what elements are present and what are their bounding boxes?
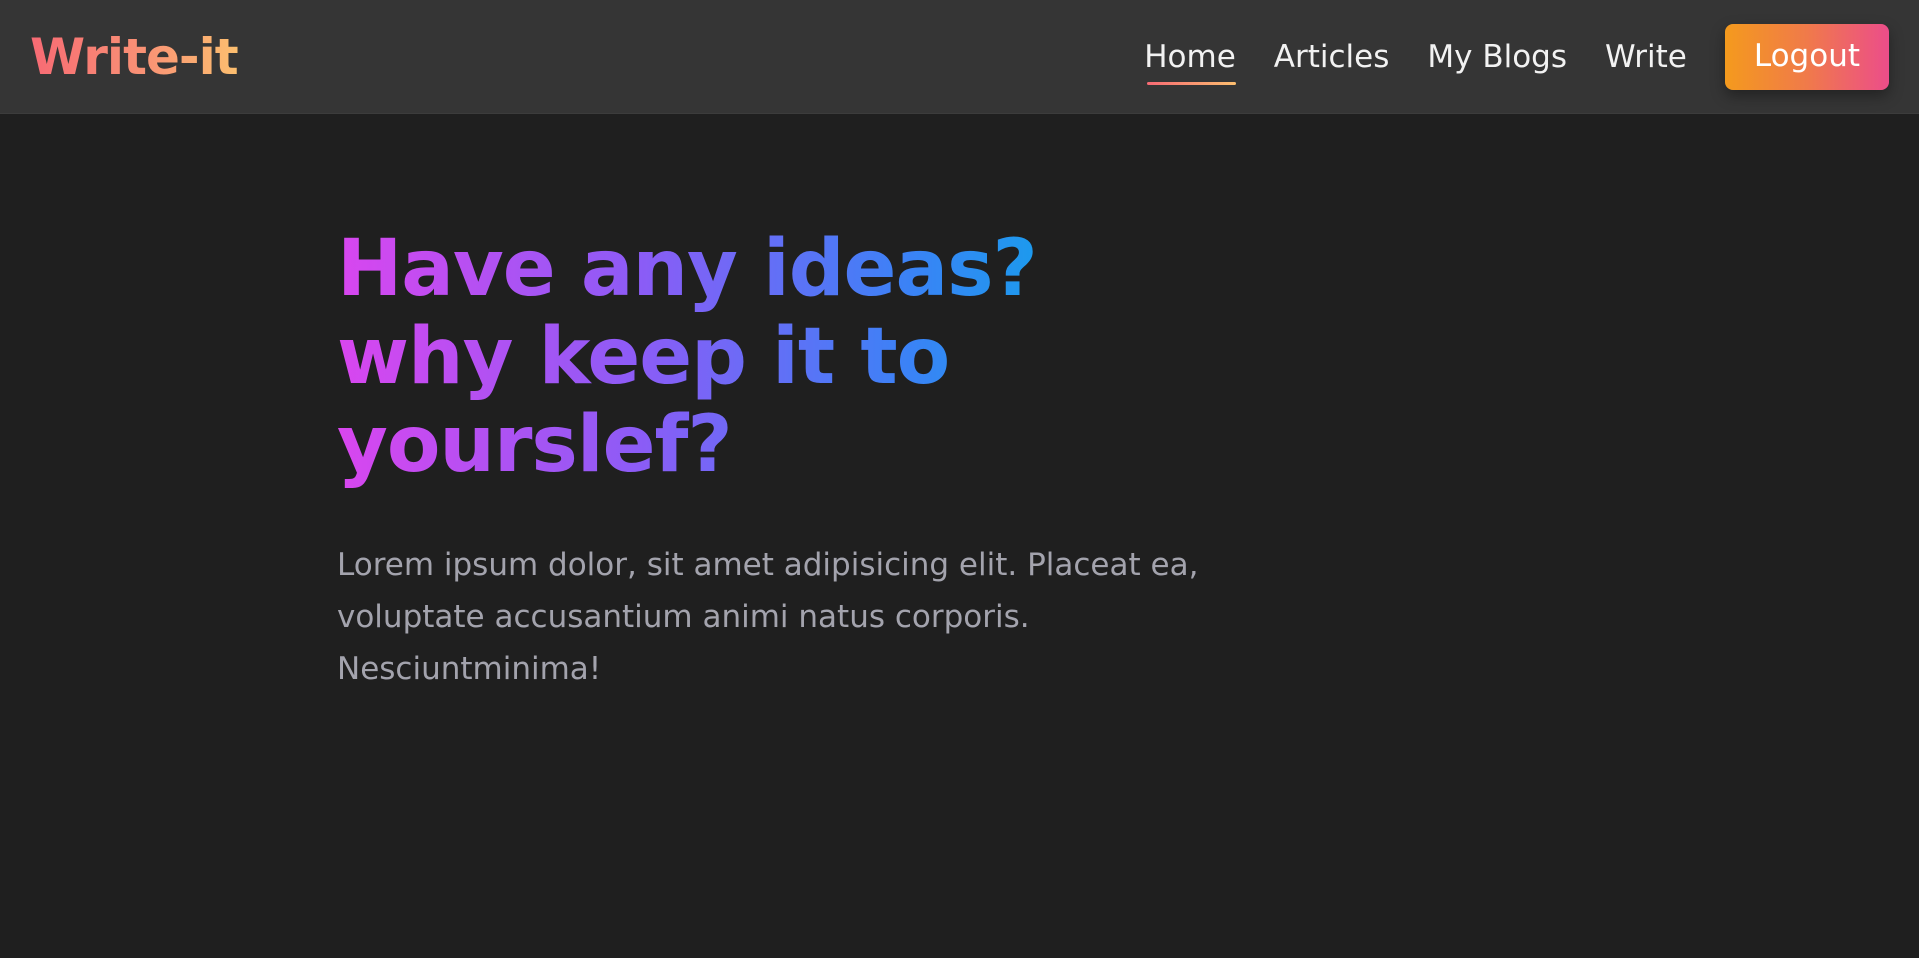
- hero-description-line: voluptate accusantium animi natus corpor…: [337, 599, 1030, 635]
- hero-title-line: why keep it to: [337, 312, 950, 402]
- nav-link-home[interactable]: Home: [1144, 37, 1236, 85]
- logout-button[interactable]: Logout: [1724, 24, 1889, 90]
- brand-logo[interactable]: Write-it: [30, 25, 239, 89]
- nav-link-write[interactable]: Write: [1605, 37, 1687, 77]
- top-navbar: Write-it Home Articles My Blogs Write Lo…: [0, 0, 1919, 114]
- nav-link-my-blogs[interactable]: My Blogs: [1427, 37, 1567, 77]
- hero-title: Have any ideas? why keep it to yourslef?: [337, 225, 1097, 489]
- hero-description-line: Lorem ipsum dolor, sit amet adipisicing …: [337, 547, 1199, 583]
- hero-title-line: Have any ideas?: [337, 224, 1037, 314]
- hero-title-line: yourslef?: [337, 400, 732, 490]
- hero-section: Have any ideas? why keep it to yourslef?…: [337, 225, 1199, 695]
- hero-description-line: Nesciuntminima!: [337, 651, 602, 687]
- nav-link-articles[interactable]: Articles: [1274, 37, 1390, 77]
- nav-links: Home Articles My Blogs Write Logout: [1144, 0, 1889, 114]
- hero-description: Lorem ipsum dolor, sit amet adipisicing …: [337, 539, 1199, 695]
